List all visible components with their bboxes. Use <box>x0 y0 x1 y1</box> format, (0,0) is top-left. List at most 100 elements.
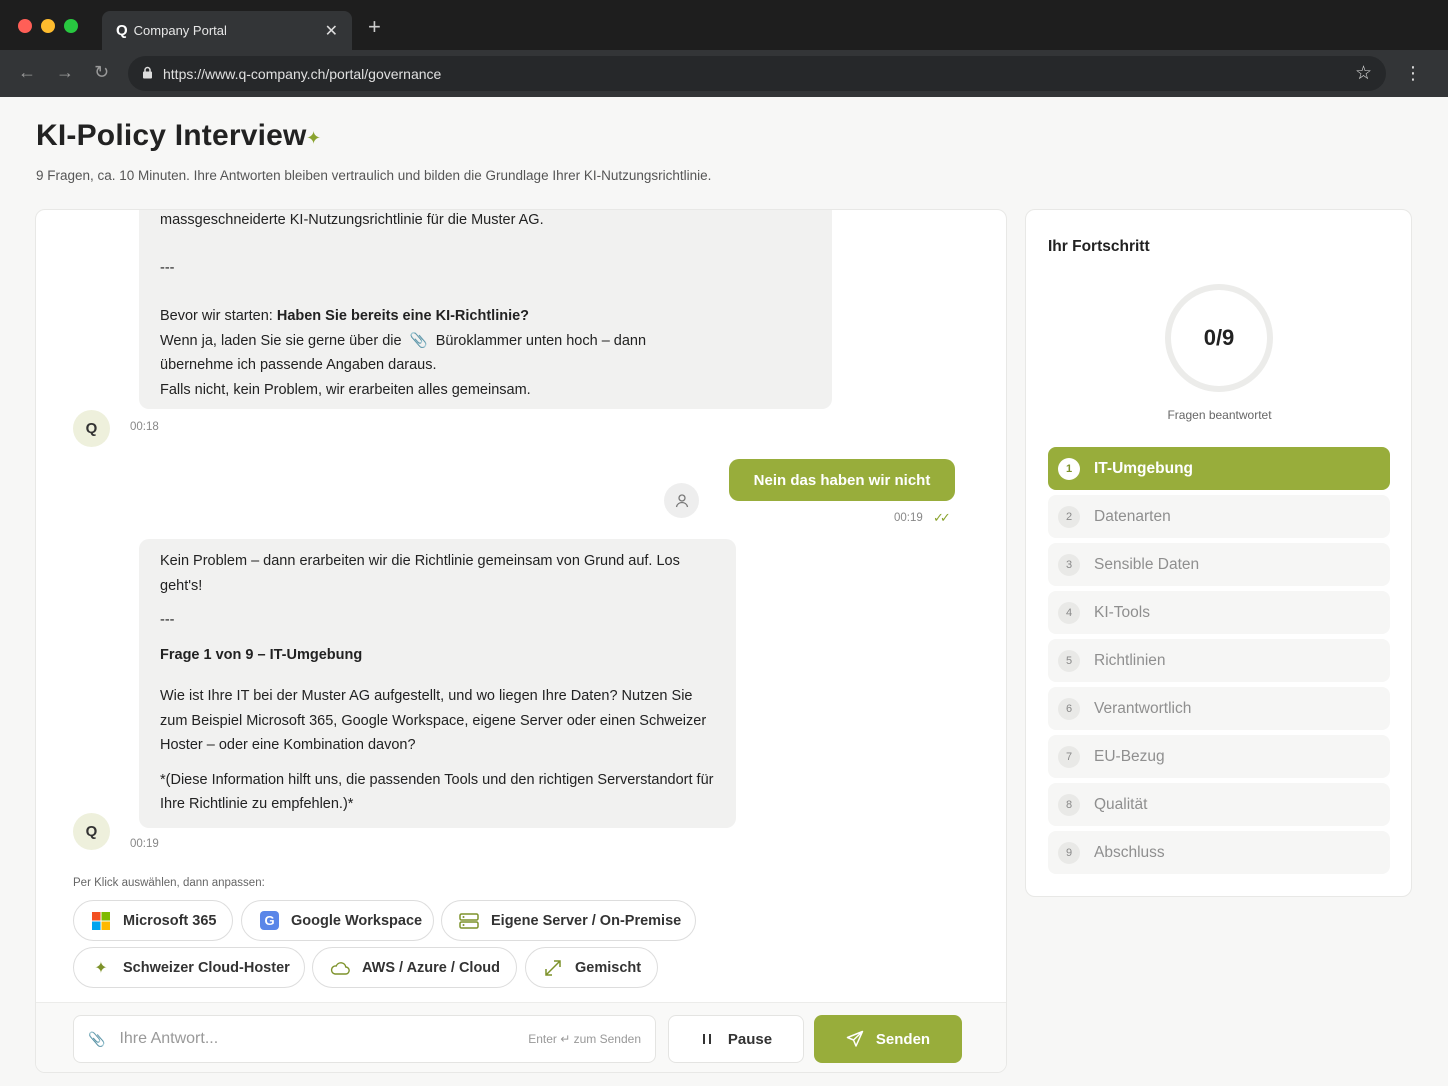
step-number: 9 <box>1058 841 1080 864</box>
composer: 📎 Enter ↵ zum Senden Pause Senden <box>36 1002 1006 1072</box>
page-title: KI-Policy Interview <box>36 119 307 152</box>
maximize-window-button[interactable] <box>64 19 78 33</box>
step-label: Datenarten <box>1094 507 1171 525</box>
pause-label: Pause <box>727 1030 773 1048</box>
message-bold-text: Haben Sie bereits eine KI-Richtlinie? <box>276 308 530 324</box>
quick-reply-hint: Per Klick auswählen, dann anpassen: <box>73 877 265 889</box>
browser-tab[interactable]: Q Company Portal ✕ <box>102 11 352 50</box>
message-text: Wenn ja, laden Sie sie gerne über die <box>160 332 402 349</box>
url-text: https://www.q-company.ch/portal/governan… <box>163 65 442 82</box>
step-ki-tools[interactable]: 4 KI-Tools <box>1048 591 1390 634</box>
send-button[interactable]: Senden <box>814 1015 962 1063</box>
message-text: Bevor wir starten: <box>160 308 277 324</box>
message-separator: --- <box>160 259 175 276</box>
pause-button[interactable]: Pause <box>668 1015 804 1063</box>
chip-gemischt[interactable]: Gemischt <box>525 947 658 988</box>
step-number: 1 <box>1058 457 1080 480</box>
paperclip-attach-icon[interactable]: 📎 <box>88 1031 105 1048</box>
message-text: Büroklammer unten hoch – dann <box>435 332 647 349</box>
browser-menu-icon[interactable]: ⋮ <box>1404 63 1422 84</box>
send-label: Senden <box>875 1030 931 1048</box>
step-richtlinien[interactable]: 5 Richtlinien <box>1048 639 1390 682</box>
chip-label: Schweizer Cloud-Hoster <box>123 959 290 976</box>
step-label: KI-Tools <box>1094 603 1150 621</box>
sparkle-icon: ✦ <box>306 128 322 148</box>
chip-google-workspace[interactable]: G Google Workspace <box>241 900 434 941</box>
new-tab-icon[interactable]: + <box>368 14 381 40</box>
reload-icon[interactable]: ↻ <box>94 62 109 83</box>
step-it-umgebung[interactable]: 1 IT-Umgebung <box>1048 447 1390 490</box>
step-qualitaet[interactable]: 8 Qualität <box>1048 783 1390 826</box>
chip-eigene-server[interactable]: Eigene Server / On-Premise <box>441 900 696 941</box>
progress-panel: Ihr Fortschritt 0/9 Fragen beantwortet 1… <box>1025 209 1412 897</box>
step-eu-bezug[interactable]: 7 EU-Bezug <box>1048 735 1390 778</box>
message-text: Falls nicht, kein Problem, wir erarbeite… <box>160 381 531 398</box>
assistant-avatar: Q <box>73 813 110 850</box>
tab-favicon: Q <box>116 22 128 39</box>
close-window-button[interactable] <box>18 19 32 33</box>
message-question: Bevor wir starten: Haben Sie bereits ein… <box>160 304 811 329</box>
minimize-window-button[interactable] <box>41 19 55 33</box>
step-datenarten[interactable]: 2 Datenarten <box>1048 495 1390 538</box>
page-subtitle: 9 Fragen, ca. 10 Minuten. Ihre Antworten… <box>36 168 712 183</box>
tab-title: Company Portal <box>133 23 227 38</box>
assistant-message-2: Kein Problem – dann erarbeiten wir die R… <box>139 539 736 828</box>
message-text: Wenn ja, laden Sie sie gerne über die 📎 … <box>160 329 811 354</box>
paperclip-icon: 📎 <box>409 332 428 349</box>
step-label: Sensible Daten <box>1094 555 1200 573</box>
back-arrow-icon[interactable]: ← <box>18 62 36 83</box>
chip-microsoft-365[interactable]: Microsoft 365 <box>73 900 233 941</box>
chip-aws-azure-cloud[interactable]: AWS / Azure / Cloud <box>312 947 517 988</box>
server-icon <box>459 911 479 931</box>
step-number: 7 <box>1058 745 1080 768</box>
tab-close-icon[interactable]: ✕ <box>325 21 338 41</box>
chip-label: Gemischt <box>575 959 642 976</box>
progress-title: Ihr Fortschritt <box>1048 238 1150 255</box>
sparkle-icon: ✦ <box>94 959 108 977</box>
step-verantwortlich[interactable]: 6 Verantwortlich <box>1048 687 1390 730</box>
answer-input[interactable] <box>119 1030 519 1048</box>
step-number: 6 <box>1058 697 1080 720</box>
message-text: Kein Problem – dann erarbeiten wir die R… <box>160 553 680 594</box>
message-text: übernehme ich passende Angaben daraus. <box>160 357 437 373</box>
browser-tab-bar: Q Company Portal ✕ + <box>0 0 1448 50</box>
forward-arrow-icon[interactable]: → <box>56 62 74 83</box>
enter-hint: Enter ↵ zum Senden <box>528 1032 641 1046</box>
question-note: *(Diese Information hilft uns, die passe… <box>160 771 714 813</box>
question-text: Wie ist Ihre IT bei der Muster AG aufges… <box>160 688 707 753</box>
address-bar[interactable]: https://www.q-company.ch/portal/governan… <box>128 56 1386 91</box>
step-number: 3 <box>1058 553 1080 576</box>
cloud-icon <box>330 958 350 978</box>
step-number: 2 <box>1058 505 1080 528</box>
step-abschluss[interactable]: 9 Abschluss <box>1048 831 1390 874</box>
page: KI-Policy Interview ✦ 9 Fragen, ca. 10 M… <box>0 97 1448 1086</box>
window-controls <box>18 19 78 33</box>
svg-text:G: G <box>264 913 274 928</box>
browser-toolbar: ← → ↻ https://www.q-company.ch/portal/go… <box>0 50 1448 97</box>
chip-schweizer-cloud-hoster[interactable]: ✦ Schweizer Cloud-Hoster <box>73 947 305 988</box>
message-timestamp: 00:19 <box>130 838 159 850</box>
assistant-message-1: massgeschneiderte KI-Nutzungsrichtlinie … <box>139 210 832 409</box>
progress-label: Fragen beantwortet <box>1167 408 1272 422</box>
send-plane-icon <box>846 1030 864 1047</box>
step-label: Qualität <box>1094 795 1148 813</box>
assistant-avatar: Q <box>73 410 110 447</box>
user-message-timestamp: 00:19 <box>894 512 923 524</box>
step-number: 8 <box>1058 793 1080 816</box>
answer-field[interactable]: 📎 Enter ↵ zum Senden <box>73 1015 656 1063</box>
step-label: EU-Bezug <box>1094 747 1165 765</box>
chip-label: Microsoft 365 <box>123 912 217 929</box>
message-text: massgeschneiderte KI-Nutzungsrichtlinie … <box>160 212 544 228</box>
bookmark-star-icon[interactable]: ☆ <box>1355 62 1372 85</box>
user-icon <box>675 493 688 507</box>
microsoft-logo-icon <box>91 911 111 931</box>
step-number: 5 <box>1058 649 1080 672</box>
step-label: Richtlinien <box>1094 651 1166 669</box>
progress-value: 0/9 <box>1203 325 1235 350</box>
chat-panel: massgeschneiderte KI-Nutzungsrichtlinie … <box>35 209 1007 1073</box>
chip-label: Eigene Server / On-Premise <box>491 912 682 929</box>
message-timestamp: 00:18 <box>130 421 159 433</box>
question-heading: Frage 1 von 9 – IT-Umgebung <box>160 646 363 663</box>
step-sensible-daten[interactable]: 3 Sensible Daten <box>1048 543 1390 586</box>
chip-label: AWS / Azure / Cloud <box>362 959 501 976</box>
